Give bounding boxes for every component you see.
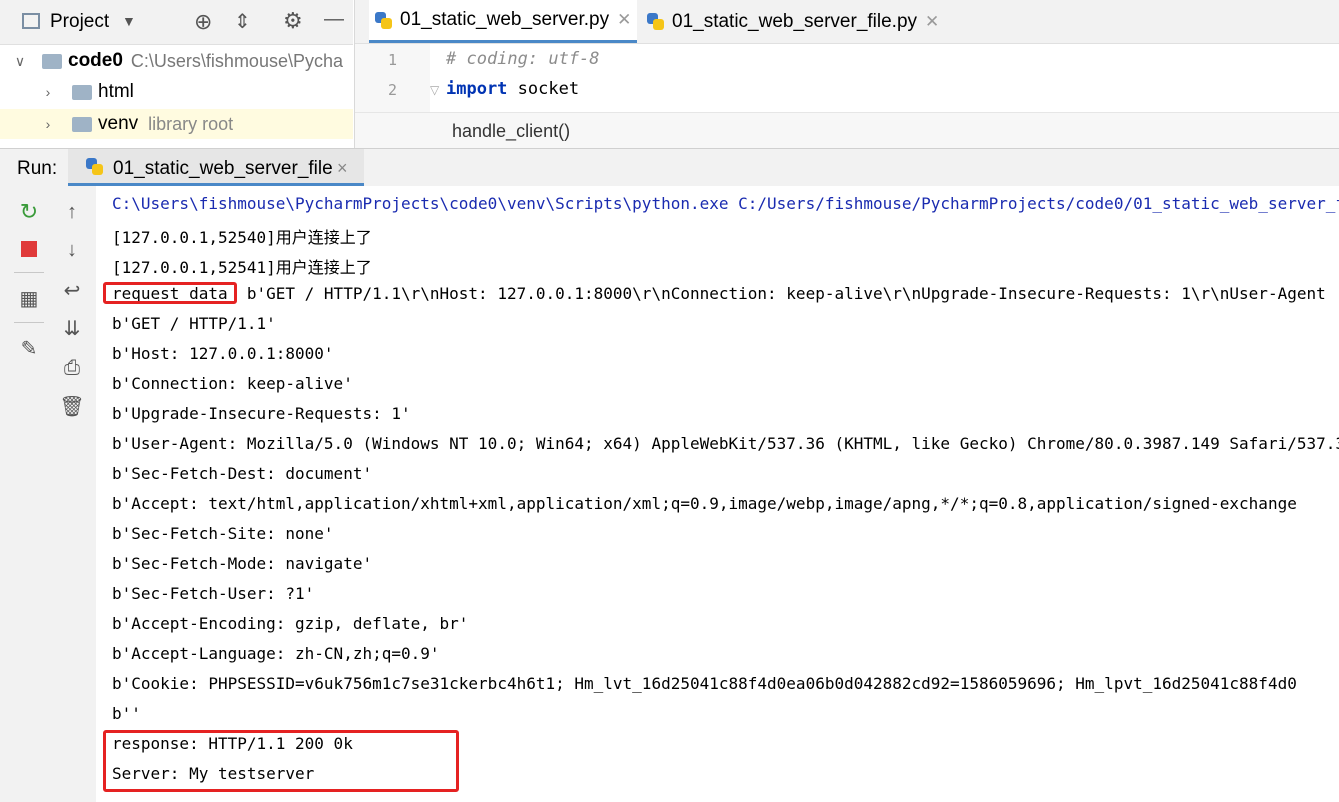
python-file-icon — [647, 13, 664, 30]
chevron-right-icon: › — [45, 84, 51, 100]
console-line: b'Accept-Encoding: gzip, deflate, br' — [112, 614, 469, 633]
close-icon[interactable]: × — [337, 158, 348, 179]
project-view-icon — [22, 13, 40, 29]
tab-01-static-web-server[interactable]: 01_static_web_server.py ✕ — [369, 0, 638, 43]
hide-panel-icon[interactable]: — — [324, 8, 344, 31]
console-line: b'Sec-Fetch-Site: none' — [112, 524, 334, 543]
python-file-icon — [375, 11, 392, 29]
console-line: b'Sec-Fetch-User: ?1' — [112, 584, 315, 603]
tree-item-path: C:\Users\fishmouse\Pycha — [130, 50, 343, 71]
code-line[interactable]: import socket — [446, 79, 579, 99]
tree-item-label: html — [98, 81, 134, 102]
console-line: b'' — [112, 704, 141, 723]
locate-icon[interactable]: ⊕ — [194, 9, 212, 35]
down-arrow-icon[interactable]: ↓ — [58, 236, 86, 264]
library-root-note: library root — [148, 113, 234, 134]
tab-label: 01_static_web_server.py — [400, 9, 610, 30]
close-icon[interactable]: ✕ — [617, 10, 631, 30]
console-line: b'Sec-Fetch-Dest: document' — [112, 464, 373, 483]
code-comment[interactable]: # coding: utf-8 — [446, 49, 600, 69]
tree-item-label: venv — [98, 113, 139, 134]
console-line: b'Cookie: PHPSESSID=v6uk756m1c7se31ckerb… — [112, 674, 1297, 693]
divider — [14, 322, 44, 323]
project-header-label[interactable]: Project — [50, 11, 109, 33]
python-icon — [86, 158, 103, 175]
run-toolbar: ↻ ▦ ✎ ↑ ↓ ↩ ⇊ ⎙ 🗑 — [0, 186, 96, 802]
divider — [14, 272, 44, 273]
line-number: 1 — [387, 51, 398, 69]
folder-icon — [72, 84, 92, 100]
run-label: Run: — [17, 158, 58, 179]
code-keyword: import — [446, 79, 508, 99]
console-line: b'Accept-Language: zh-CN,zh;q=0.9' — [112, 644, 440, 663]
tab-label: 01_static_web_server_file.py — [672, 10, 918, 32]
console-output[interactable]: C:\Users\fishmouse\PycharmProjects\code0… — [96, 186, 1339, 802]
close-icon[interactable]: ✕ — [925, 12, 939, 32]
up-arrow-icon[interactable]: ↑ — [58, 198, 86, 226]
pin-icon[interactable]: ✎ — [15, 334, 43, 362]
layout-icon[interactable]: ▦ — [15, 284, 43, 312]
chevron-down-icon[interactable]: ▼ — [122, 13, 136, 29]
stop-icon[interactable] — [15, 235, 43, 263]
rerun-icon[interactable]: ↻ — [15, 198, 43, 226]
console-line: b'Accept: text/html,application/xhtml+xm… — [112, 494, 1297, 513]
collapse-all-icon[interactable]: ⇕ — [234, 9, 251, 34]
console-line: C:\Users\fishmouse\PycharmProjects\code0… — [112, 194, 1339, 213]
console-line: b'User-Agent: Mozilla/5.0 (Windows NT 10… — [112, 434, 1339, 453]
folder-icon — [42, 53, 62, 69]
console-line: b'Host: 127.0.0.1:8000' — [112, 344, 334, 363]
soft-wrap-icon[interactable]: ↩ — [58, 276, 86, 304]
run-toolwindow-bar: Run: 01_static_web_server_file × — [0, 148, 1339, 188]
console-line: b'Connection: keep-alive' — [112, 374, 353, 393]
gear-icon[interactable]: ⚙ — [283, 8, 303, 34]
code-text: socket — [507, 79, 580, 99]
breadcrumb[interactable]: handle_client() — [452, 121, 570, 142]
tree-item-venv[interactable]: › venv library root — [0, 109, 353, 139]
highlight-box-response — [103, 730, 459, 792]
tree-item-code0[interactable]: ∨ code0 C:\Users\fishmouse\Pycha — [10, 46, 343, 76]
project-panel: Project ▼ ⊕ ⇕ ⚙ — ∨ code0 C:\Users\fishm… — [0, 0, 353, 148]
tab-01-static-web-server-file[interactable]: 01_static_web_server_file.py ✕ — [647, 0, 939, 43]
scroll-to-end-icon[interactable]: ⇊ — [58, 314, 86, 342]
print-icon[interactable]: ⎙ — [58, 354, 86, 382]
breadcrumb-bar: handle_client() — [355, 112, 1339, 149]
editor-area: 01_static_web_server.py ✕ 01_static_web_… — [354, 0, 1339, 149]
console-line: [127.0.0.1,52540]用户连接上了 — [112, 228, 372, 247]
folder-icon — [72, 116, 92, 132]
console-line: [127.0.0.1,52541]用户连接上了 — [112, 258, 372, 277]
console-line: b'Sec-Fetch-Mode: navigate' — [112, 554, 373, 573]
run-tab-label[interactable]: 01_static_web_server_file — [113, 158, 333, 180]
chevron-down-icon: ∨ — [14, 52, 26, 69]
fold-icon[interactable]: ▽ — [430, 83, 439, 97]
console-line: b'GET / HTTP/1.1' — [112, 314, 276, 333]
line-number: 2 — [387, 81, 398, 99]
tree-item-html[interactable]: › html — [38, 77, 134, 107]
project-header: Project ▼ ⊕ ⇕ ⚙ — — [0, 0, 353, 45]
trash-icon[interactable]: 🗑 — [58, 392, 86, 420]
console-line: b'Upgrade-Insecure-Requests: 1' — [112, 404, 411, 423]
tree-item-label: code0 — [68, 50, 123, 71]
highlight-box-request-data — [103, 282, 237, 304]
console-line: request data b'GET / HTTP/1.1\r\nHost: 1… — [112, 284, 1326, 303]
chevron-right-icon: › — [45, 116, 51, 132]
